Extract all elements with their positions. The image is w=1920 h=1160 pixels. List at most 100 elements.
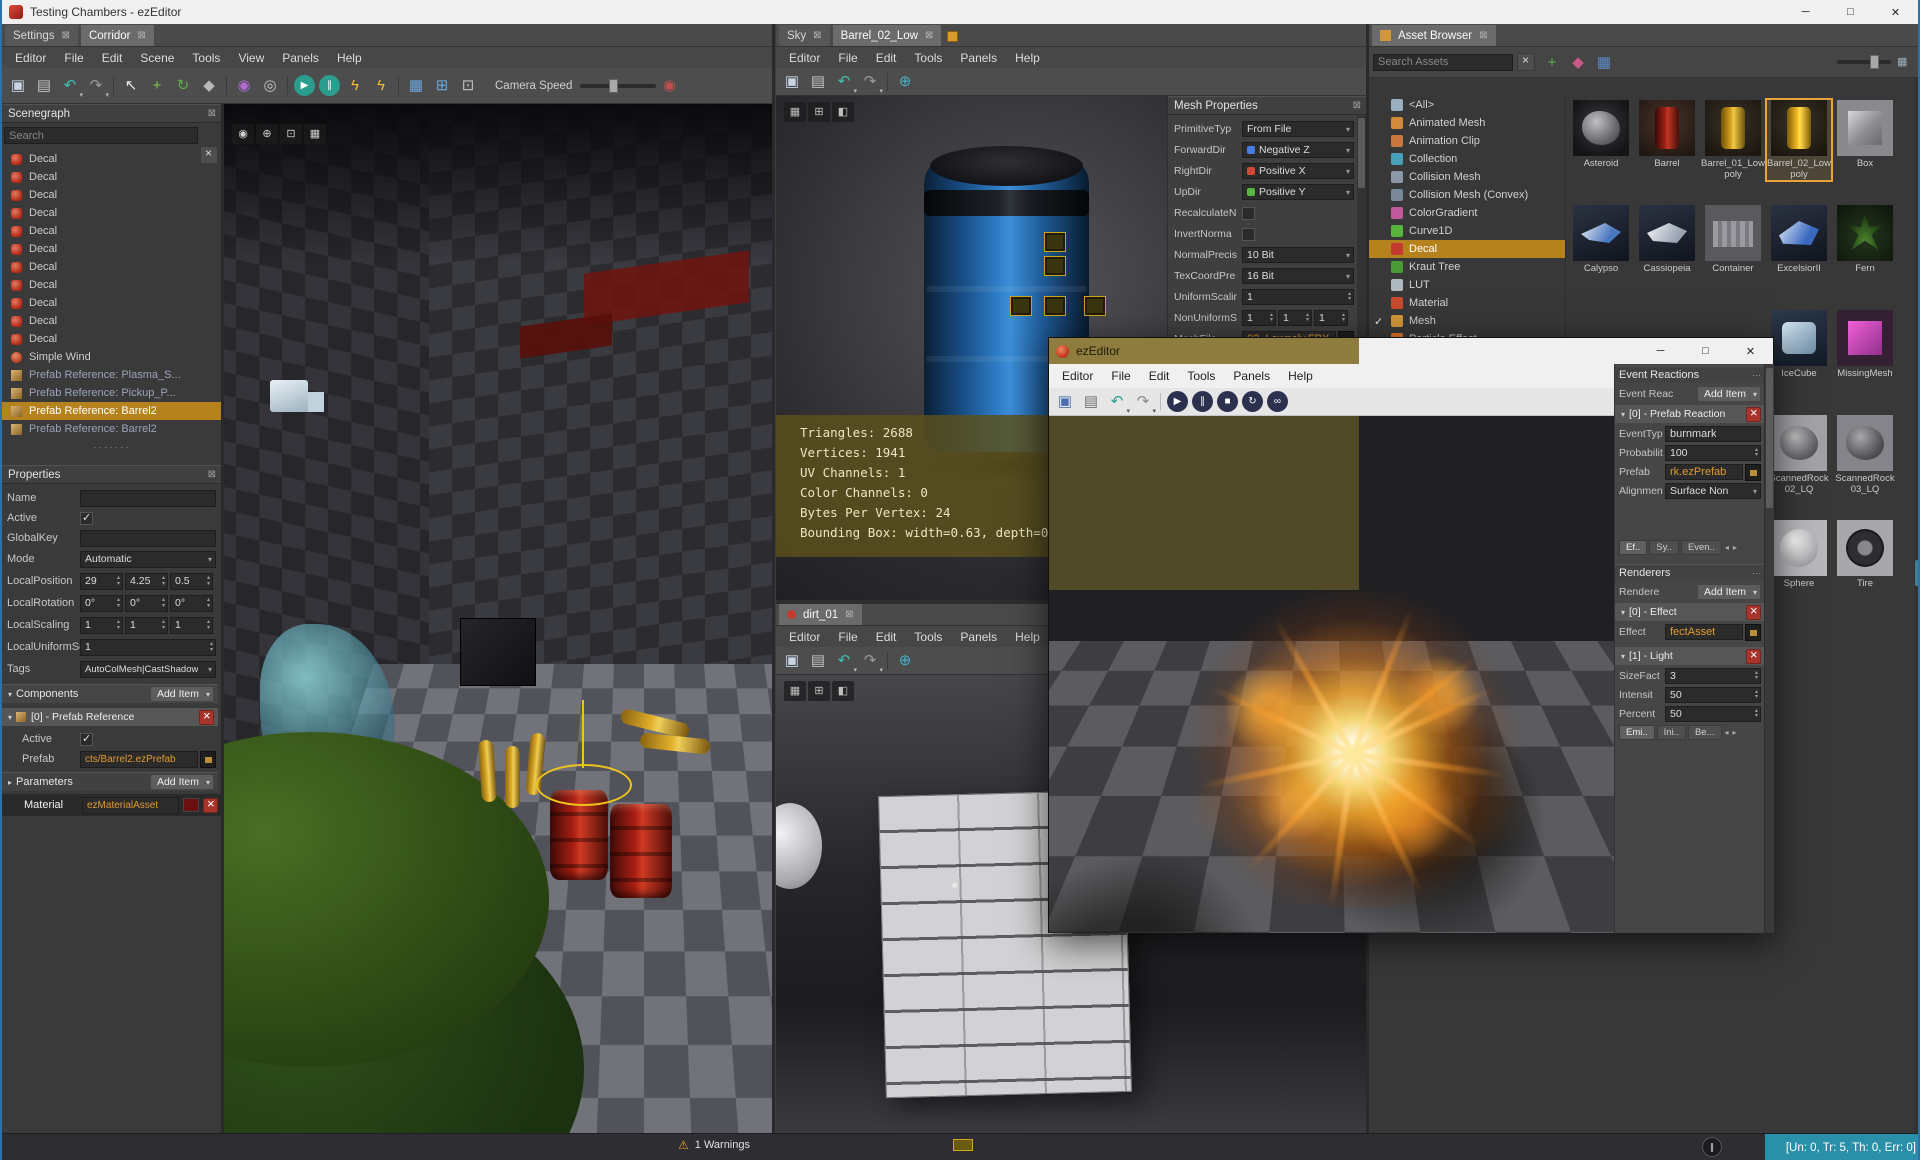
material-color-swatch[interactable]	[183, 798, 199, 812]
nonuniforms-spinbox[interactable]: 1	[1278, 310, 1312, 326]
stop-icon[interactable]: ■	[1217, 391, 1238, 412]
redo-icon[interactable]: ↷ ▾	[857, 648, 883, 674]
restart-icon[interactable]: ↻	[1242, 391, 1263, 412]
effect-asset-field[interactable]: fectAsset	[1665, 624, 1743, 640]
prefab-asset-field[interactable]: cts/Barrel2.ezPrefab	[80, 750, 198, 768]
uniformscalir-spinbox[interactable]: 1	[1242, 289, 1354, 305]
localrotation-z-spinbox[interactable]: 0°	[170, 594, 213, 612]
grid-toggle-icon[interactable]: ⊞	[808, 681, 830, 701]
probabilit-spinbox[interactable]: 100	[1665, 445, 1761, 461]
asset-thumbnail-excelsiorii[interactable]: ExcelsiorII	[1767, 205, 1831, 274]
pause-icon[interactable]: ∥	[319, 75, 340, 96]
scenegraph-item[interactable]: Prefab Reference: Barrel2	[2, 402, 222, 420]
asset-thumbnail-cassiopeia[interactable]: Cassiopeia	[1635, 205, 1699, 274]
shading-icon[interactable]: ◎	[257, 73, 283, 99]
scrollbar[interactable]	[1764, 364, 1774, 933]
copy-icon[interactable]: ▤	[31, 73, 57, 99]
scrollbar[interactable]	[1357, 116, 1366, 362]
close-tab-icon[interactable]	[1479, 30, 1487, 41]
asset-type-filter-lut[interactable]: LUT	[1369, 276, 1565, 294]
localscaling-x-spinbox[interactable]: 1	[80, 616, 123, 634]
menu-item-scene[interactable]: Scene	[131, 48, 183, 68]
close-tab-icon[interactable]	[845, 609, 853, 620]
scenegraph-item[interactable]: Decal	[2, 222, 222, 240]
play-icon[interactable]: ▶	[294, 75, 315, 96]
percent-spinbox[interactable]: 50	[1665, 706, 1761, 722]
maximize-button[interactable]: □	[1828, 0, 1873, 24]
panel-menu-icon[interactable]	[1752, 568, 1761, 579]
remove-parameter-button[interactable]	[203, 796, 218, 813]
scrollbar-thumb[interactable]	[1915, 560, 1918, 586]
scenegraph-item[interactable]: Decal	[2, 150, 222, 168]
asset-type-filter-decal[interactable]: Decal	[1369, 240, 1565, 258]
asset-type-filter-mesh[interactable]: ✓ Mesh	[1369, 312, 1565, 330]
menu-item-tools[interactable]: Tools	[905, 48, 951, 68]
scenegraph-search-input[interactable]: Search	[4, 127, 198, 144]
event-reaction-group-header[interactable]: [0] - Prefab Reaction	[1615, 405, 1765, 423]
asset-thumbnail-tire[interactable]: Tire	[1833, 520, 1897, 589]
localscaling-y-spinbox[interactable]: 1	[125, 616, 168, 634]
menu-item-edit[interactable]: Edit	[867, 48, 906, 68]
undo-icon[interactable]: ↶ ▾	[1104, 389, 1130, 415]
scenegraph-item[interactable]: Decal	[2, 204, 222, 222]
gizmo-handle[interactable]	[1044, 296, 1066, 316]
tab-scroll-left-icon[interactable]: ◂	[1724, 543, 1730, 552]
scenegraph-item[interactable]: Prefab Reference: Barrel2	[2, 420, 222, 438]
tab-settings[interactable]: Settings	[5, 25, 78, 46]
undo-icon[interactable]: ↶ ▾	[831, 69, 857, 95]
normalprecis-dropdown[interactable]: 10 Bit	[1242, 247, 1354, 263]
menu-item-editor[interactable]: Editor	[6, 48, 55, 68]
alignmen-dropdown[interactable]: Surface Non	[1665, 483, 1761, 499]
expand-icon[interactable]	[1621, 650, 1629, 662]
menu-item-editor[interactable]: Editor	[780, 627, 829, 647]
scenegraph-item[interactable]: Decal	[2, 276, 222, 294]
scenegraph-item[interactable]: Decal	[2, 294, 222, 312]
menu-item-help[interactable]: Help	[1006, 627, 1049, 647]
scenegraph-item[interactable]: Decal	[2, 168, 222, 186]
menu-item-view[interactable]: View	[229, 48, 273, 68]
camera-icon[interactable]: ◉	[232, 124, 254, 144]
collapse-icon[interactable]	[8, 776, 16, 788]
simulate-icon[interactable]: ϟ	[342, 73, 368, 99]
menu-item-tools[interactable]: Tools	[183, 48, 229, 68]
minimize-button[interactable]: ─	[1783, 0, 1828, 24]
texcoordpre-dropdown[interactable]: 16 Bit	[1242, 268, 1354, 284]
tab-sky[interactable]: Sky	[779, 25, 830, 46]
localposition-z-spinbox[interactable]: 0.5	[170, 572, 213, 590]
asset-thumbnail-barrel-02-lowpoly[interactable]: Barrel_02_Lowpoly	[1765, 98, 1833, 182]
particle-preview-viewport[interactable]	[1049, 416, 1614, 933]
expand-icon[interactable]	[8, 711, 16, 723]
menu-item-file[interactable]: File	[1102, 366, 1139, 386]
component-group-header[interactable]: [0] - Prefab Reference	[2, 708, 218, 726]
localrotation-x-spinbox[interactable]: 0°	[80, 594, 123, 612]
screenshot-icon[interactable]: ◧	[832, 102, 854, 122]
mode-dropdown[interactable]: Automatic	[80, 550, 216, 568]
menu-item-panels[interactable]: Panels	[951, 48, 1006, 68]
intensit-spinbox[interactable]: 50	[1665, 687, 1761, 703]
globe-icon[interactable]: ⊕	[892, 69, 918, 95]
undo-icon[interactable]: ↶ ▾	[831, 648, 857, 674]
scene-viewport[interactable]: ◉ ⊕ ⊡ ▦	[224, 104, 772, 1133]
menu-item-file[interactable]: File	[55, 48, 92, 68]
scenegraph-item[interactable]: Decal	[2, 258, 222, 276]
components-section-header[interactable]: Components Add Item	[2, 684, 218, 703]
snap-pivot-icon[interactable]: ⊡	[455, 73, 481, 99]
translate-gizmo-icon[interactable]: +	[144, 73, 170, 99]
asset-type-filter-material[interactable]: Material	[1369, 294, 1565, 312]
asset-type-filter-curve1d[interactable]: Curve1D	[1369, 222, 1565, 240]
primitivetyp-dropdown[interactable]: From File	[1242, 121, 1354, 137]
menu-item-help[interactable]: Help	[1279, 366, 1322, 386]
gizmo-handle[interactable]	[1044, 232, 1066, 252]
add-renderer-button[interactable]: Add Item	[1696, 584, 1761, 600]
view-mode-icon[interactable]: ▦	[784, 681, 806, 701]
rightdir-dropdown[interactable]: Positive X	[1242, 163, 1354, 179]
globe-icon[interactable]: ⊕	[256, 124, 278, 144]
close-tab-icon[interactable]	[813, 30, 821, 41]
eventtyp-input[interactable]: burnmark	[1665, 426, 1761, 442]
slider-handle[interactable]	[609, 78, 619, 93]
scrollbar-thumb[interactable]	[1358, 118, 1365, 188]
panel-tab-even[interactable]: Even..	[1680, 540, 1722, 555]
rotate-gizmo-icon[interactable]: ↻	[170, 73, 196, 99]
redo-icon[interactable]: ↷ ▾	[1130, 389, 1156, 415]
forwarddir-dropdown[interactable]: Negative Z	[1242, 142, 1354, 158]
